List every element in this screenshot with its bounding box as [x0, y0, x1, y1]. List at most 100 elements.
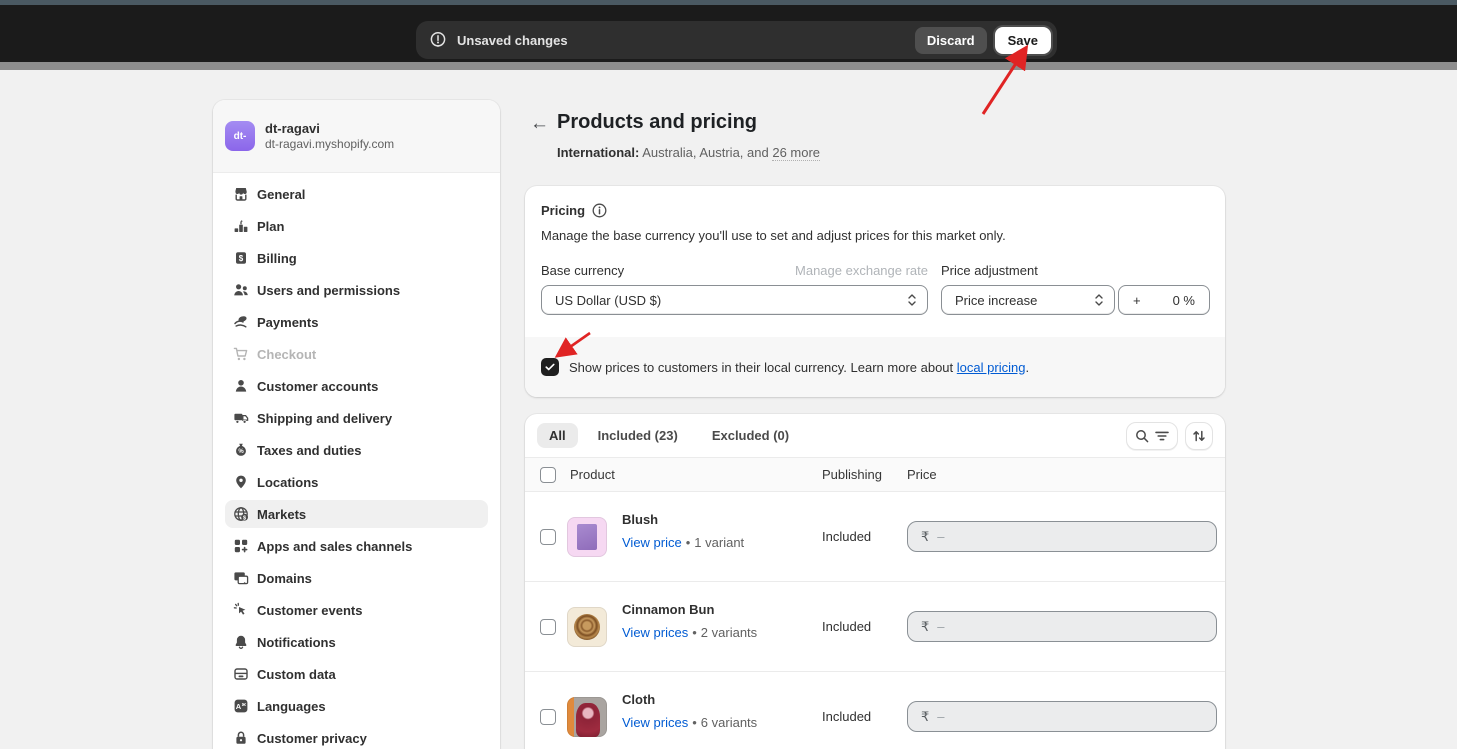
- sidebar-item-general[interactable]: General: [225, 180, 488, 208]
- svg-text:ж: ж: [241, 702, 246, 708]
- variant-count: 6 variants: [701, 715, 757, 730]
- sidebar-item-languages[interactable]: Aж Languages: [225, 692, 488, 720]
- sidebar-item-label: Taxes and duties: [257, 443, 362, 458]
- view-price-link[interactable]: View price: [622, 535, 682, 550]
- chevron-updown-icon: [907, 293, 917, 307]
- tab-included[interactable]: Included (23): [584, 423, 692, 448]
- sidebar-item-notifications[interactable]: Notifications: [225, 628, 488, 656]
- price-placeholder: –: [937, 709, 944, 724]
- column-product: Product: [570, 467, 615, 482]
- sidebar-item-label: Markets: [257, 507, 306, 522]
- billing-icon: $: [233, 250, 249, 266]
- cinnamon-bun-product-image: [567, 607, 607, 647]
- local-pricing-link[interactable]: local pricing: [957, 360, 1026, 375]
- sidebar-item-shipping-and-delivery[interactable]: Shipping and delivery: [225, 404, 488, 432]
- search-icon: [1135, 429, 1149, 443]
- sidebar-item-users-and-permissions[interactable]: Users and permissions: [225, 276, 488, 304]
- sidebar-item-apps-and-sales-channels[interactable]: Apps and sales channels: [225, 532, 488, 560]
- sidebar-item-markets[interactable]: $ Markets: [225, 500, 488, 528]
- back-arrow-icon[interactable]: ←: [530, 112, 552, 136]
- alert-bubble-icon: [428, 30, 448, 50]
- settings-sidebar: dt- dt-ragavi dt-ragavi.myshopify.com Ge…: [213, 100, 500, 749]
- sidebar-item-payments[interactable]: Payments: [225, 308, 488, 336]
- price-input[interactable]: ₹ –: [907, 521, 1217, 552]
- cursor-click-icon: [233, 602, 249, 618]
- info-circle-icon[interactable]: [592, 203, 607, 218]
- table-row: Cinnamon Bun View prices•2 variants Incl…: [525, 582, 1225, 672]
- store-header[interactable]: dt- dt-ragavi dt-ragavi.myshopify.com: [213, 100, 500, 173]
- sidebar-item-customer-accounts[interactable]: Customer accounts: [225, 372, 488, 400]
- topbar: Unsaved changes Discard Save: [0, 5, 1457, 62]
- base-currency-value: US Dollar (USD $): [555, 293, 661, 308]
- sidebar-item-label: Plan: [257, 219, 284, 234]
- local-currency-checkbox[interactable]: [541, 358, 559, 376]
- more-regions-link[interactable]: 26 more: [772, 145, 820, 161]
- sidebar-item-customer-privacy[interactable]: Customer privacy: [225, 724, 488, 749]
- store-domain: dt-ragavi.myshopify.com: [265, 137, 394, 152]
- local-currency-checkbox-label: Show prices to customers in their local …: [569, 360, 953, 375]
- sidebar-item-label: Notifications: [257, 635, 336, 650]
- discard-button[interactable]: Discard: [915, 27, 987, 54]
- search-and-filter-button[interactable]: [1126, 422, 1178, 450]
- adjustment-percent-input[interactable]: + 0 %: [1118, 285, 1210, 315]
- plan-steps-icon: [233, 218, 249, 234]
- blush-product-image: [567, 517, 607, 557]
- bullet-separator: •: [692, 715, 697, 730]
- tab-all[interactable]: All: [537, 423, 578, 448]
- products-list-card: All Included (23) Excluded (0) Product P…: [525, 414, 1225, 749]
- sidebar-item-label: Shipping and delivery: [257, 411, 392, 426]
- select-all-checkbox[interactable]: [540, 467, 556, 483]
- sidebar-item-billing[interactable]: $ Billing: [225, 244, 488, 272]
- adjustment-value: 0 %: [1173, 293, 1195, 308]
- publishing-status: Included: [822, 619, 871, 634]
- price-adjustment-select[interactable]: Price increase: [941, 285, 1115, 315]
- variant-count: 1 variant: [694, 535, 744, 550]
- price-adjustment-label: Price adjustment: [941, 263, 1038, 278]
- adjustment-sign: +: [1133, 293, 1141, 308]
- row-checkbox[interactable]: [540, 529, 556, 545]
- sidebar-item-plan[interactable]: Plan: [225, 212, 488, 240]
- rupee-symbol: ₹: [921, 709, 929, 725]
- sidebar-item-checkout: Checkout: [225, 340, 488, 368]
- base-currency-select[interactable]: US Dollar (USD $): [541, 285, 928, 315]
- view-price-link[interactable]: View prices: [622, 625, 688, 640]
- database-icon: [233, 666, 249, 682]
- settings-nav: General Plan $ Billing Users and permiss…: [213, 173, 500, 749]
- sort-button[interactable]: [1185, 422, 1213, 450]
- sidebar-item-label: Apps and sales channels: [257, 539, 412, 554]
- payments-icon: [233, 314, 249, 330]
- base-currency-label: Base currency: [541, 263, 624, 278]
- tab-excluded[interactable]: Excluded (0): [698, 423, 803, 448]
- table-row: Blush View price•1 variant Included ₹ –: [525, 492, 1225, 582]
- price-adjustment-value: Price increase: [955, 293, 1037, 308]
- pricing-card: Pricing Manage the base currency you'll …: [525, 186, 1225, 397]
- sidebar-item-label: Customer events: [257, 603, 362, 618]
- pricing-card-title: Pricing: [541, 203, 585, 218]
- pricing-description: Manage the base currency you'll use to s…: [541, 228, 1006, 243]
- product-name: Cloth: [622, 692, 655, 707]
- row-checkbox[interactable]: [540, 709, 556, 725]
- local-currency-section: Show prices to customers in their local …: [525, 337, 1225, 397]
- price-placeholder: –: [937, 529, 944, 544]
- sidebar-item-customer-events[interactable]: Customer events: [225, 596, 488, 624]
- rupee-symbol: ₹: [921, 529, 929, 545]
- publishing-status: Included: [822, 529, 871, 544]
- divider-strip: [0, 62, 1457, 70]
- price-placeholder: –: [937, 619, 944, 634]
- row-checkbox[interactable]: [540, 619, 556, 635]
- sidebar-item-label: Locations: [257, 475, 318, 490]
- sidebar-item-taxes-and-duties[interactable]: % Taxes and duties: [225, 436, 488, 464]
- sidebar-item-locations[interactable]: Locations: [225, 468, 488, 496]
- publishing-status: Included: [822, 709, 871, 724]
- view-price-link[interactable]: View prices: [622, 715, 688, 730]
- price-input[interactable]: ₹ –: [907, 701, 1217, 732]
- sidebar-item-label: Domains: [257, 571, 312, 586]
- save-button[interactable]: Save: [995, 27, 1051, 54]
- sidebar-item-domains[interactable]: Domains: [225, 564, 488, 592]
- sidebar-item-custom-data[interactable]: Custom data: [225, 660, 488, 688]
- store-icon: [233, 186, 249, 202]
- price-input[interactable]: ₹ –: [907, 611, 1217, 642]
- sidebar-item-label: Customer privacy: [257, 731, 367, 746]
- globe-dollar-icon: $: [233, 506, 249, 522]
- product-name: Blush: [622, 512, 658, 527]
